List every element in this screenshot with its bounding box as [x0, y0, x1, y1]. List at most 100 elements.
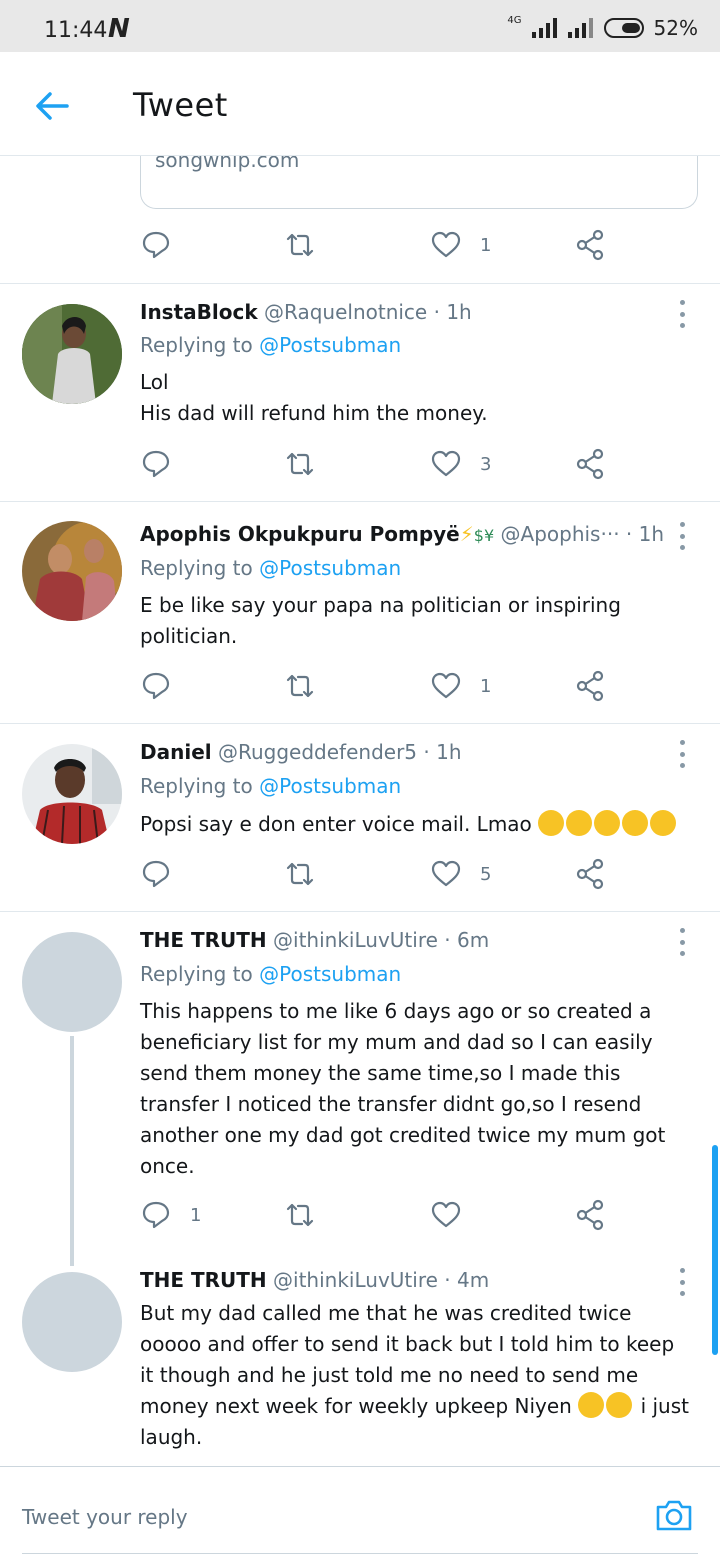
network-type: 4G — [507, 14, 522, 26]
heart-icon — [431, 860, 461, 887]
replying-to: Replying to @Postsubman — [140, 556, 402, 580]
tweet-actions: 1 — [140, 1195, 620, 1235]
tweet-time: 6m — [456, 928, 490, 952]
reply-count: 1 — [190, 1204, 202, 1226]
more-options-icon[interactable] — [680, 1268, 688, 1296]
camera-icon[interactable] — [655, 1497, 693, 1533]
share-button[interactable] — [574, 666, 606, 706]
like-count: 1 — [480, 234, 492, 256]
tweet-actions: 5 — [140, 854, 620, 894]
replying-to: Replying to @Postsubman — [140, 774, 402, 798]
tweet-time: 4m — [456, 1268, 490, 1292]
more-options-icon[interactable] — [680, 928, 688, 956]
user-handle[interactable]: @ithinkiLuvUtire — [273, 1268, 438, 1292]
tweet-body: E be like say your papa na politician or… — [140, 593, 621, 648]
reply-button[interactable] — [140, 444, 172, 484]
share-button[interactable] — [574, 444, 606, 484]
divider — [0, 501, 720, 502]
more-options-icon[interactable] — [680, 522, 688, 550]
retweet-button[interactable] — [284, 1195, 316, 1235]
share-button[interactable] — [574, 225, 606, 265]
scrollbar[interactable] — [712, 1145, 718, 1355]
avatar[interactable] — [22, 304, 122, 404]
share-icon — [576, 670, 604, 702]
avatar[interactable] — [22, 1272, 122, 1372]
heart-icon — [431, 1201, 461, 1228]
like-button[interactable]: 3 — [430, 444, 491, 484]
tweet-header: THE TRUTH @ithinkiLuvUtire · 4m — [140, 1268, 490, 1292]
share-icon — [576, 858, 604, 890]
retweet-button[interactable] — [284, 666, 316, 706]
like-button[interactable]: 1 — [430, 225, 491, 265]
notification-icon: N — [108, 14, 130, 44]
heart-icon — [431, 450, 461, 477]
display-name[interactable]: Apophis Okpukpuru Pompyë — [140, 522, 460, 546]
replying-to-handle[interactable]: @Postsubman — [259, 774, 401, 798]
display-name[interactable]: THE TRUTH — [140, 928, 267, 952]
laughing-emoji-icon — [538, 810, 565, 836]
retweet-icon — [286, 1203, 314, 1227]
retweet-icon — [286, 233, 314, 257]
share-button[interactable] — [574, 854, 606, 894]
reply-button[interactable] — [140, 225, 172, 265]
tweet-actions: 1 — [140, 666, 620, 706]
like-button[interactable]: 5 — [430, 854, 491, 894]
tweet-time: 1h — [638, 522, 665, 546]
replying-to-handle[interactable]: @Postsubman — [259, 962, 401, 986]
reply-composer: Tweet your reply — [0, 1466, 720, 1561]
like-button[interactable] — [430, 1195, 462, 1235]
link-card[interactable]: songwhip.com — [140, 156, 698, 209]
avatar-image — [22, 304, 122, 404]
tweet-thread[interactable]: songwhip.com 1 InstaBlock @Raquelnotnice — [0, 156, 720, 1466]
link-card-domain: songwhip.com — [155, 156, 300, 172]
more-options-icon[interactable] — [680, 300, 688, 328]
share-icon — [576, 448, 604, 480]
divider — [0, 283, 720, 284]
heart-icon — [431, 231, 461, 258]
back-arrow-icon[interactable] — [34, 88, 70, 124]
like-count: 1 — [480, 675, 492, 697]
reply-icon — [142, 450, 170, 478]
status-bar: 11:44 N 4G 52% — [0, 0, 720, 52]
user-handle[interactable]: @Ruggeddefender5 — [218, 740, 417, 764]
user-handle[interactable]: @ithinkiLuvUtire — [273, 928, 438, 952]
user-handle[interactable]: @Apophis··· — [501, 522, 620, 546]
retweet-button[interactable] — [284, 444, 316, 484]
tweet-body: This happens to me like 6 days ago or so… — [140, 999, 666, 1178]
avatar-image — [22, 744, 122, 844]
reply-input[interactable]: Tweet your reply — [22, 1505, 188, 1529]
tweet-time: 1h — [436, 740, 462, 764]
share-button[interactable] — [574, 1195, 606, 1235]
reply-button[interactable] — [140, 666, 172, 706]
retweet-icon — [286, 862, 314, 886]
laughing-emoji-icon — [650, 810, 677, 836]
tweet-header: THE TRUTH @ithinkiLuvUtire · 6m — [140, 928, 490, 952]
display-name[interactable]: THE TRUTH — [140, 1268, 267, 1292]
user-handle[interactable]: @Raquelnotnice — [264, 300, 427, 324]
avatar[interactable] — [22, 932, 122, 1032]
like-count: 5 — [480, 863, 492, 885]
reply-icon — [142, 860, 170, 888]
page-title: Tweet — [133, 86, 228, 124]
replying-to: Replying to @Postsubman — [140, 333, 402, 357]
reply-icon — [142, 1201, 170, 1229]
retweet-button[interactable] — [284, 854, 316, 894]
laughing-emoji-icon — [594, 810, 621, 836]
reply-button[interactable]: 1 — [140, 1195, 201, 1235]
reply-button[interactable] — [140, 854, 172, 894]
avatar-image — [22, 521, 122, 621]
display-name[interactable]: Daniel — [140, 740, 212, 764]
laughing-emoji-icon — [622, 810, 649, 836]
replying-to-handle[interactable]: @Postsubman — [259, 556, 401, 580]
tweet-header: Daniel @Ruggeddefender5 · 1h — [140, 740, 462, 764]
avatar[interactable] — [22, 744, 122, 844]
display-name[interactable]: InstaBlock — [140, 300, 258, 324]
like-button[interactable]: 1 — [430, 666, 491, 706]
tweet-header: InstaBlock @Raquelnotnice · 1h — [140, 300, 472, 324]
retweet-button[interactable] — [284, 225, 316, 265]
retweet-icon — [286, 452, 314, 476]
replying-to-handle[interactable]: @Postsubman — [259, 333, 401, 357]
tweet-header: Apophis Okpukpuru Pompyë⚡$¥ @Apophis··· … — [140, 522, 665, 546]
avatar[interactable] — [22, 521, 122, 621]
more-options-icon[interactable] — [680, 740, 688, 768]
